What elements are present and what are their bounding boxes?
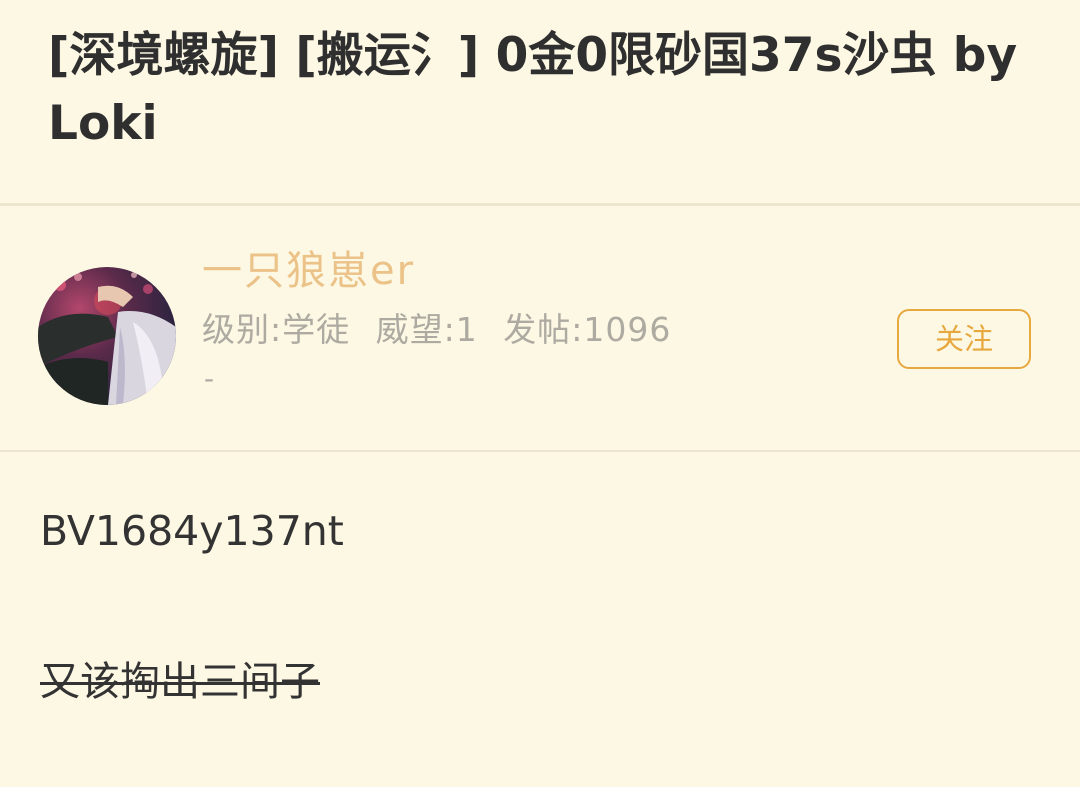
- post-content: BV1684y137nt 又该掏出三间子: [0, 452, 1080, 787]
- author-stats: 级别:学徒 威望:1 发帖:1096: [202, 308, 685, 352]
- video-id-text: BV1684y137nt: [40, 507, 344, 555]
- title-section: [深境螺旋] [搬运氵] 0金0限砂国37s沙虫 by Loki: [0, 0, 1080, 206]
- follow-button[interactable]: 关注: [897, 309, 1031, 369]
- avatar[interactable]: [38, 267, 176, 405]
- author-section: 一只狼崽er 级别:学徒 威望:1 发帖:1096 - 关注: [0, 206, 1080, 452]
- post-title: [深境螺旋] [搬运氵] 0金0限砂国37s沙虫 by Loki: [48, 28, 1018, 151]
- avatar-illustration-icon: [38, 272, 176, 405]
- strikethrough-text: 又该掏出三间子: [40, 659, 320, 705]
- author-name[interactable]: 一只狼崽er: [202, 246, 415, 296]
- author-signature: -: [204, 362, 215, 395]
- author-prestige: 威望:1: [375, 310, 478, 349]
- author-post-count: 发帖:1096: [503, 310, 672, 349]
- author-level: 级别:学徒: [202, 310, 351, 349]
- post-page: [深境螺旋] [搬运氵] 0金0限砂国37s沙虫 by Loki 一只狼崽er …: [0, 0, 1080, 787]
